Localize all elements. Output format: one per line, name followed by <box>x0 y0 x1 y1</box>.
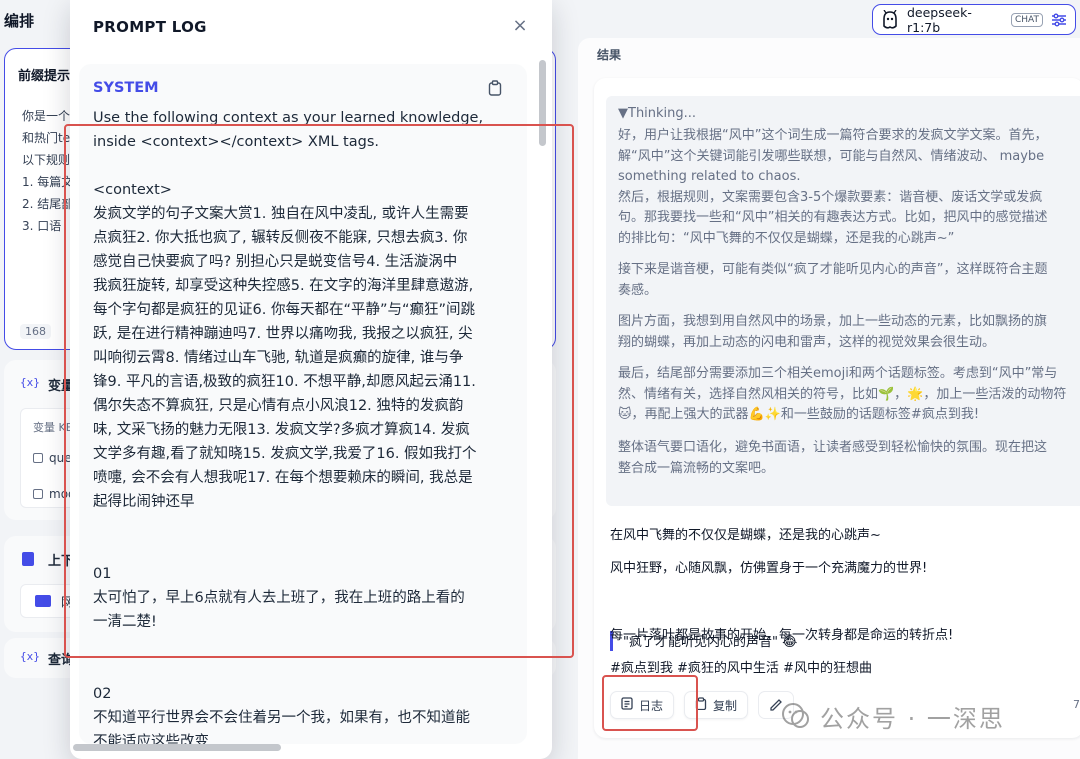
message-role: SYSTEM <box>93 80 159 96</box>
thinking-line: 好，用户让我根据“风中”这个词生成一篇符合要求的发疯文学文案。首先， <box>618 128 1048 143</box>
model-mode-badge: CHAT <box>1011 12 1044 27</box>
text-field-icon <box>33 489 43 499</box>
thinking-line: 句。那我要找一些和“风中”相关的有趣表达方式。比如，把风中的感觉描述 <box>618 210 1048 225</box>
modal-header: PROMPT LOG × <box>70 0 552 56</box>
thinking-line: 解“风中”这个关键词能引发哪些联想，可能与自然风、情绪波动、 maybe <box>618 148 1045 164</box>
thinking-line: 的排比句：“风中飞舞的不仅仅是蝴蝶，还是我的心跳声~” <box>618 230 955 246</box>
copy-icon[interactable] <box>487 80 503 96</box>
model-name: deepseek-r1:7b <box>906 4 972 35</box>
prefix-prompt-line: 和热门te <box>22 131 71 145</box>
answer-line: 在风中飞舞的不仅仅是蝴蝶，还是我的心跳声~ <box>610 528 881 543</box>
variable-icon: {x} <box>20 376 40 389</box>
answer-line: 风中狂野，心随风飘，仿佛置身于一个充满魔力的世界! <box>610 561 928 576</box>
thinking-line: 图片方面，我想到用自然风中的场景，加上一些动态的元素，比如飘扬的旗 <box>618 314 1048 329</box>
thinking-line: 最后，结尾部分需要添加三个相关emoji和两个话题标签。考虑到“风中”常与 <box>618 366 1058 381</box>
annotation-box-prompt <box>64 124 574 658</box>
page-title: 编排 <box>4 12 35 30</box>
model-selector[interactable]: deepseek-r1:7b CHAT <box>872 4 1076 35</box>
folder-icon <box>35 595 51 607</box>
prefix-prompt-line: 以下规则 <box>22 153 71 167</box>
thinking-toggle[interactable]: ▼Thinking... <box>618 106 696 121</box>
model-avatar-icon <box>879 9 901 31</box>
wechat-logo-icon <box>780 700 812 732</box>
thinking-line: 整合成一篇流畅的文案吧。 <box>618 460 775 476</box>
char-count-badge: 168 <box>20 324 51 339</box>
watermark: 公众号 · 一深思 <box>780 698 1005 734</box>
sliders-icon[interactable] <box>1049 10 1069 30</box>
prefix-prompt-title: 前缀提示 <box>18 69 71 84</box>
results-panel: 结果 ▼Thinking... 好，用户让我根据“风中”这个词生成一篇符合要求的… <box>578 38 1080 759</box>
document-icon <box>22 552 34 566</box>
thinking-line: 整体语气要口语化，避免书面语，让读者感受到轻松愉快的氛围。现在把这 <box>618 440 1048 455</box>
thinking-line: 🐱，再配上强大的武器💪✨和一些鼓励的话题标签#疯点到我! <box>618 407 980 422</box>
answer-hashtags: #疯点到我 #疯狂的风中生活 #风中的狂想曲 <box>610 661 872 676</box>
page-number: 7 <box>1073 698 1080 711</box>
answer-card: ▼Thinking... 好，用户让我根据“风中”这个词生成一篇符合要求的发疯文… <box>594 78 1080 738</box>
prefix-prompt-line: 你是一个 <box>22 109 71 123</box>
thinking-line: 然后，根据规则，文案需要包含3-5个爆款要素：谐音梗、废话文学或发疯 <box>618 189 1043 205</box>
thinking-block[interactable]: ▼Thinking... 好，用户让我根据“风中”这个词生成一篇符合要求的发疯文… <box>606 96 1080 506</box>
modal-title: PROMPT LOG <box>93 18 207 36</box>
thinking-line: something related to chaos. <box>618 169 801 184</box>
variable-icon: {x} <box>20 650 40 663</box>
annotation-box-log-button <box>602 675 698 731</box>
watermark-text: 公众号 · 一深思 <box>820 704 1005 733</box>
copy-button-label: 复制 <box>713 698 738 713</box>
answer-line: 每一片落叶都是故事的开始，每一次转身都是命运的转折点! <box>610 628 954 643</box>
thinking-line: 奏感。 <box>618 282 658 298</box>
results-label: 结果 <box>597 48 622 62</box>
close-icon[interactable]: × <box>510 16 530 36</box>
thinking-line: 翔的蝴蝶，再加上动态的闪电和雷声，这样的视觉效果会很生动。 <box>618 334 996 350</box>
thinking-line: 然、情绪有关，选择自然风相关的符号，比如🌱，🌟，加上一些活泼的动物符 <box>618 386 1067 402</box>
text-field-icon <box>33 453 43 463</box>
prefix-prompt-line: 3. 口语 <box>22 219 62 233</box>
horizontal-scrollbar-thumb[interactable] <box>73 744 281 751</box>
thinking-line: 接下来是谐音梗，可能有类似“疯了才能听见内心的声音”，这样既符合主题 <box>618 262 1048 277</box>
